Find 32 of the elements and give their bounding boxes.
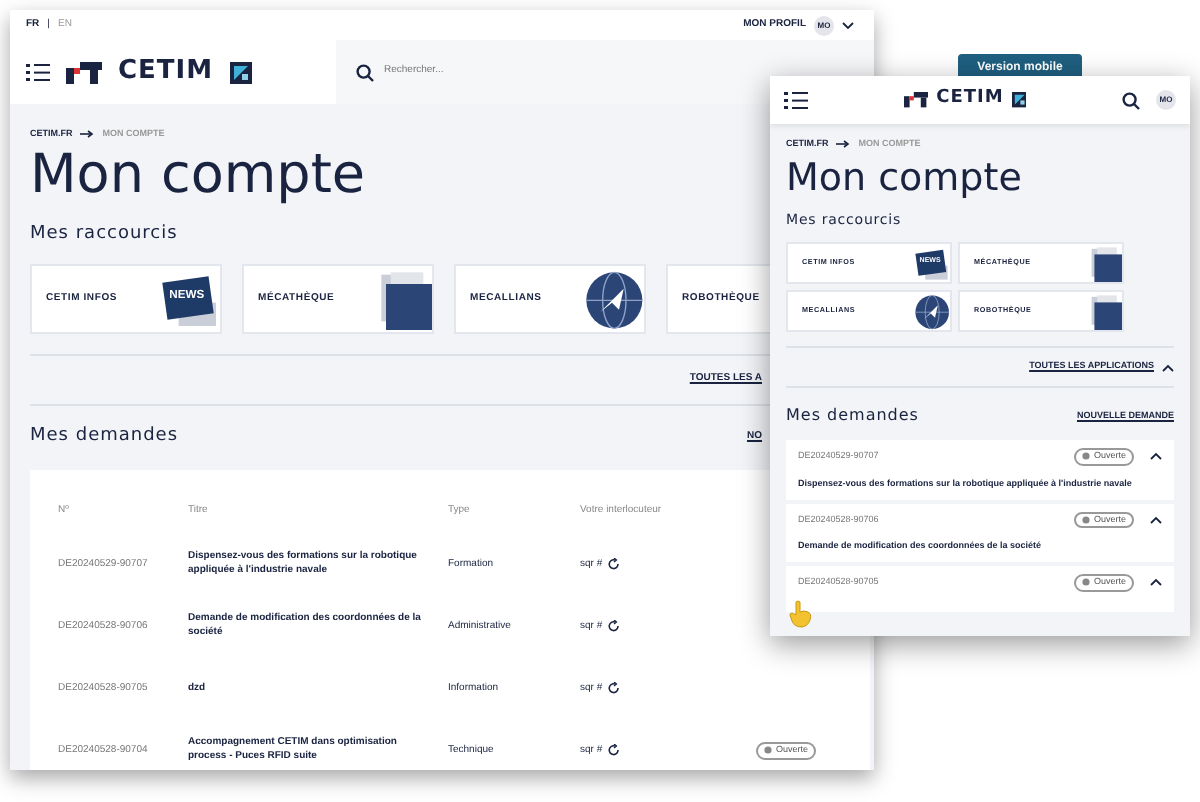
folder-icon xyxy=(1086,245,1122,282)
search-icon[interactable] xyxy=(356,63,374,81)
refresh-icon[interactable] xyxy=(608,620,621,633)
menu-icon[interactable] xyxy=(26,63,50,81)
globe-icon xyxy=(584,269,644,330)
page-title: Mon compte xyxy=(30,147,368,202)
hand-cursor-icon xyxy=(788,600,812,628)
logo-text: CETIM xyxy=(118,54,214,91)
logo-mark-icon xyxy=(903,92,929,108)
section-heading: Mes demandes xyxy=(30,424,179,450)
refresh-icon[interactable] xyxy=(608,744,621,757)
chevron-up-icon[interactable] xyxy=(1150,515,1162,524)
arrow-icon xyxy=(80,130,95,139)
folder-icon xyxy=(1086,293,1122,330)
logo-mark-icon xyxy=(66,61,102,83)
logo-flag-icon xyxy=(1011,92,1027,108)
menu-icon[interactable] xyxy=(784,91,808,109)
refresh-icon[interactable] xyxy=(608,682,621,695)
page-title: Mon compte xyxy=(786,159,1024,198)
section-heading: Mes raccourcis xyxy=(30,221,180,248)
search-icon[interactable] xyxy=(1121,91,1140,109)
logo-flag-icon xyxy=(229,61,252,83)
chevron-up-icon[interactable] xyxy=(1150,578,1162,587)
arrow-icon xyxy=(836,140,851,149)
section-heading: Mes demandes xyxy=(786,404,919,428)
news-drawing xyxy=(914,245,950,282)
chevron-up-icon[interactable] xyxy=(1162,363,1174,372)
chevron-up-icon[interactable] xyxy=(1150,452,1162,461)
logo-text: CETIM xyxy=(936,86,1004,113)
chevron-down-icon[interactable] xyxy=(842,21,854,29)
refresh-icon[interactable] xyxy=(608,558,621,571)
globe-icon xyxy=(914,293,950,330)
